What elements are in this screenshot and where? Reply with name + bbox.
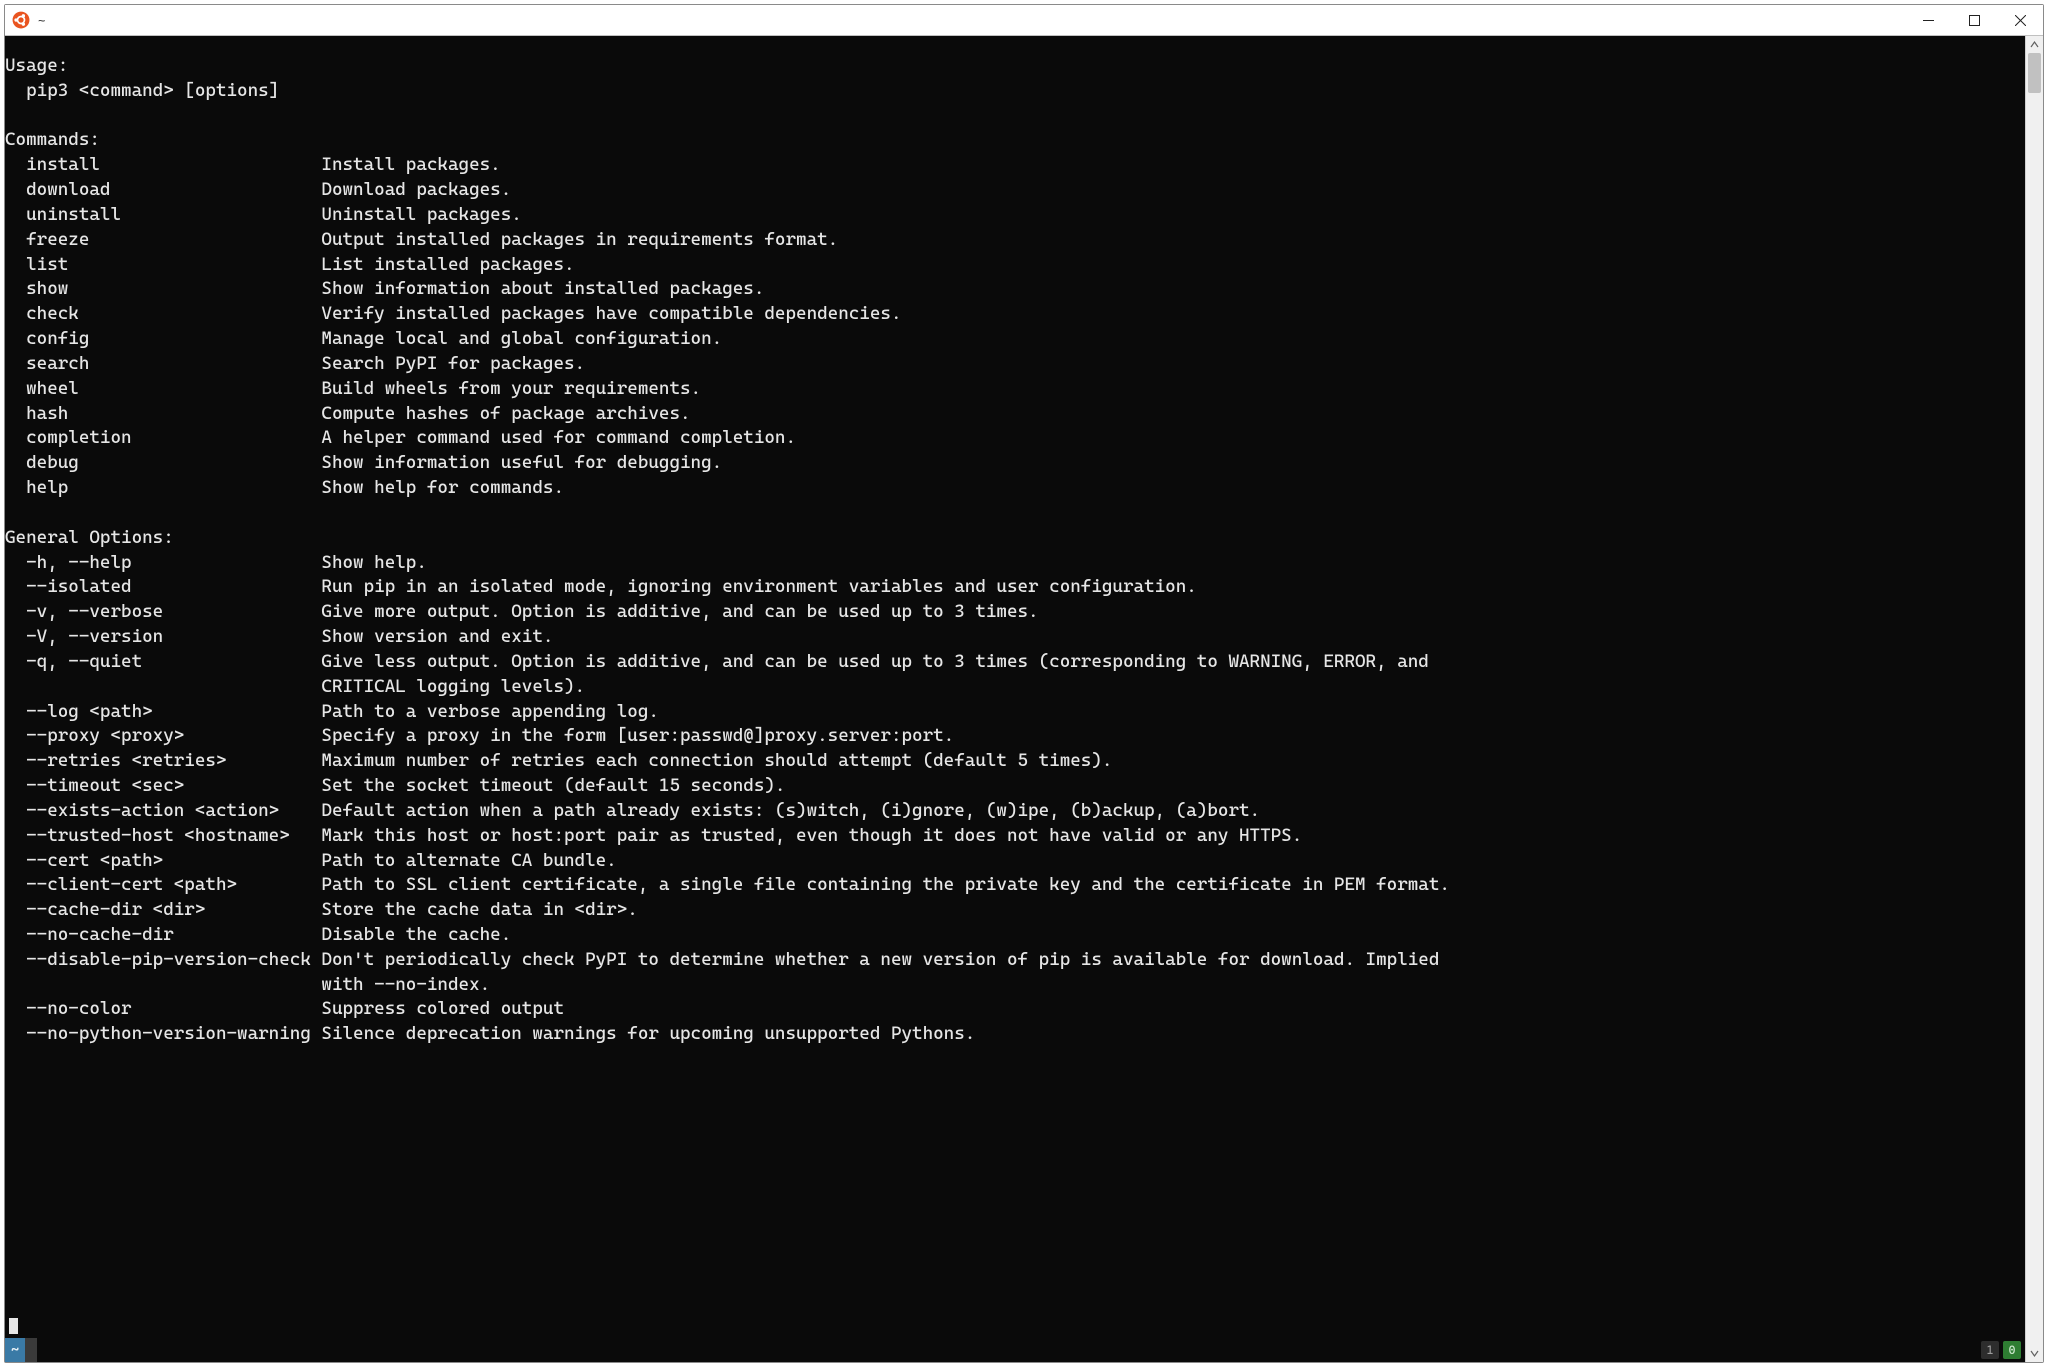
window-title: ~ [38, 11, 45, 29]
minimize-button[interactable] [1905, 5, 1951, 35]
ubuntu-icon [12, 11, 30, 29]
terminal-output[interactable]: Usage: pip3 <command> [options] Commands… [5, 54, 2025, 1297]
cursor-block [9, 1318, 18, 1334]
close-button[interactable] [1997, 5, 2043, 35]
status-segment [25, 1338, 37, 1362]
statusbar: ~ 1 0 [5, 1338, 2025, 1362]
scroll-track[interactable] [2026, 53, 2043, 1345]
scroll-thumb[interactable] [2028, 53, 2041, 93]
scroll-down-button[interactable] [2026, 1345, 2043, 1362]
scroll-up-button[interactable] [2026, 36, 2043, 53]
vertical-scrollbar[interactable] [2025, 36, 2043, 1362]
maximize-button[interactable] [1951, 5, 1997, 35]
status-badge-2: 0 [2003, 1341, 2021, 1359]
prompt-line[interactable] [5, 1315, 2025, 1338]
titlebar[interactable]: ~ [5, 5, 2043, 36]
window-frame: ~ Usage: pip3 <command> [options] Comman… [4, 4, 2044, 1363]
status-cwd: ~ [5, 1338, 25, 1362]
status-badge-1: 1 [1981, 1341, 1999, 1359]
